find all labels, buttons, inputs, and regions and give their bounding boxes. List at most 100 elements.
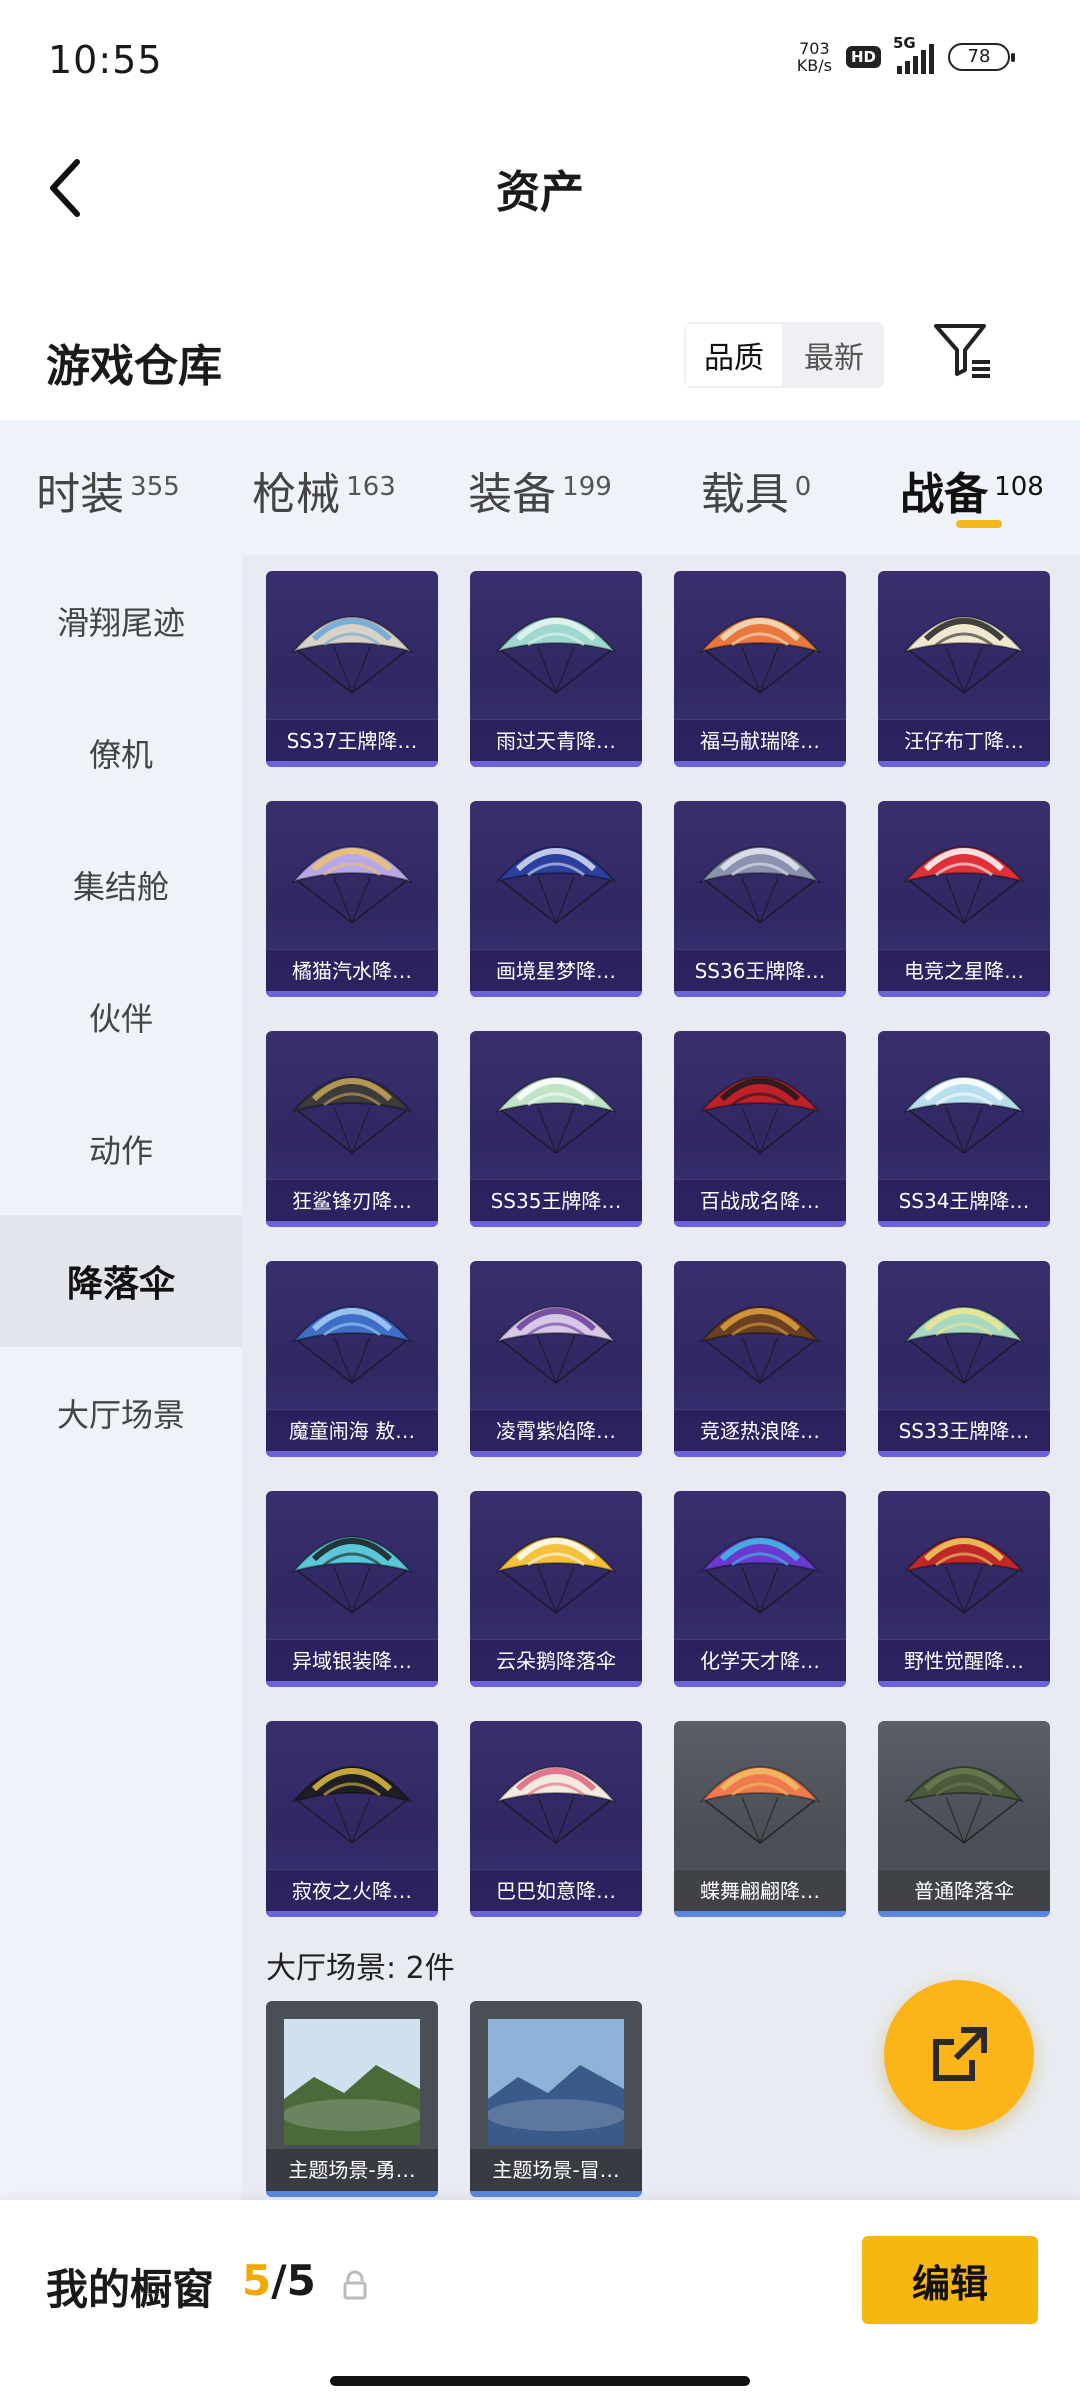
parachute-image <box>291 846 413 924</box>
parachute-card[interactable]: 魔童闹海 敖… <box>266 1261 438 1457</box>
home-indicator[interactable] <box>330 2376 750 2386</box>
warehouse-header: 游戏仓库 品质 最新 <box>0 300 1080 420</box>
tab-vehicles[interactable]: 载具 0 <box>648 420 864 555</box>
tab-guns[interactable]: 枪械 163 <box>216 420 432 555</box>
side-item-glide-trail[interactable]: 滑翔尾迹 <box>0 555 242 687</box>
network-speed: 703 KB/s <box>797 40 832 74</box>
tab-count: 163 <box>346 472 396 502</box>
network-type: 5G <box>893 34 916 52</box>
tab-count: 199 <box>562 472 612 502</box>
rarity-bar <box>470 1911 642 1917</box>
parachute-card[interactable]: 蝶舞翩翩降… <box>674 1721 846 1917</box>
showcase-bar: 我的橱窗 5/5 编辑 <box>0 2200 1080 2400</box>
rarity-bar <box>470 761 642 767</box>
filter-button[interactable] <box>930 318 996 384</box>
item-grid: 大厅场景: 2件 SS37王牌降… 雨过天青降… 福马献瑞降… 汪仔布丁降… 橘猫汽水降… <box>242 555 1080 2200</box>
tab-equipment[interactable]: 装备 199 <box>432 420 648 555</box>
hd-icon: HD <box>845 46 881 68</box>
parachute-image <box>903 1306 1025 1384</box>
parachute-card[interactable]: SS35王牌降… <box>470 1031 642 1227</box>
parachute-image <box>699 1076 821 1154</box>
side-item-assembly-pod[interactable]: 集结舱 <box>0 819 242 951</box>
parachute-card[interactable]: 电竞之星降… <box>878 801 1050 997</box>
parachute-card[interactable]: SS36王牌降… <box>674 801 846 997</box>
rarity-bar <box>470 1451 642 1457</box>
parachute-card[interactable]: 野性觉醒降… <box>878 1491 1050 1687</box>
tab-combat-gear[interactable]: 战备 108 <box>864 420 1080 555</box>
side-item-emote[interactable]: 动作 <box>0 1083 242 1215</box>
parachute-name: SS36王牌降… <box>674 949 846 991</box>
side-item-parachute[interactable]: 降落伞 <box>0 1215 242 1347</box>
parachute-image <box>699 1306 821 1384</box>
rarity-bar <box>674 1911 846 1917</box>
parachute-name: 竞逐热浪降… <box>674 1409 846 1451</box>
parachute-card[interactable]: SS34王牌降… <box>878 1031 1050 1227</box>
parachute-card[interactable]: 普通降落伞 <box>878 1721 1050 1917</box>
tab-label: 装备 <box>468 469 557 520</box>
warehouse-title: 游戏仓库 <box>46 341 222 392</box>
title-bar: 资产 <box>0 130 1080 250</box>
parachute-image <box>291 1766 413 1844</box>
parachute-image <box>495 1076 617 1154</box>
sort-option-newest[interactable]: 最新 <box>784 322 884 388</box>
parachute-name: 福马献瑞降… <box>674 719 846 761</box>
parachute-image <box>291 1306 413 1384</box>
tab-label: 载具 <box>700 469 789 520</box>
parachute-card[interactable]: 云朵鹅降落伞 <box>470 1491 642 1687</box>
edit-button[interactable]: 编辑 <box>862 2236 1038 2324</box>
lobby-scene-card[interactable]: 主题场景-勇… <box>266 2001 438 2197</box>
parachute-card[interactable]: 巴巴如意降… <box>470 1721 642 1917</box>
tab-count: 355 <box>130 472 180 502</box>
side-item-lobby-scene[interactable]: 大厅场景 <box>0 1347 242 1479</box>
scene-image <box>488 2019 624 2145</box>
parachute-name: 画境星梦降… <box>470 949 642 991</box>
rarity-bar <box>674 991 846 997</box>
parachute-card[interactable]: 狂鲨锋刃降… <box>266 1031 438 1227</box>
parachute-image <box>699 1766 821 1844</box>
rarity-bar <box>470 2191 642 2197</box>
rarity-bar <box>878 991 1050 997</box>
showcase-current: 5 <box>242 2256 272 2305</box>
parachute-card[interactable]: 百战成名降… <box>674 1031 846 1227</box>
battery-icon: 78 <box>948 43 1015 71</box>
sort-toggle: 品质 最新 <box>684 322 884 388</box>
parachute-name: 野性觉醒降… <box>878 1639 1050 1681</box>
rarity-bar <box>470 1681 642 1687</box>
parachute-card[interactable]: 画境星梦降… <box>470 801 642 997</box>
tab-label: 战备 <box>900 469 989 520</box>
parachute-card[interactable]: 化学天才降… <box>674 1491 846 1687</box>
parachute-card[interactable]: 雨过天青降… <box>470 571 642 767</box>
parachute-name: 寂夜之火降… <box>266 1869 438 1911</box>
rarity-bar <box>878 1451 1050 1457</box>
parachute-card[interactable]: SS33王牌降… <box>878 1261 1050 1457</box>
parachute-card[interactable]: 福马献瑞降… <box>674 571 846 767</box>
rarity-bar <box>266 761 438 767</box>
parachute-card[interactable]: 凌霄紫焰降… <box>470 1261 642 1457</box>
tab-fashion[interactable]: 时装 355 <box>0 420 216 555</box>
lock-icon <box>343 2270 367 2300</box>
parachute-card[interactable]: 竞逐热浪降… <box>674 1261 846 1457</box>
parachute-name: 狂鲨锋刃降… <box>266 1179 438 1221</box>
parachute-card[interactable]: 寂夜之火降… <box>266 1721 438 1917</box>
signal-icon: 5G <box>893 34 934 74</box>
sort-option-quality[interactable]: 品质 <box>684 322 784 388</box>
parachute-card[interactable]: 汪仔布丁降… <box>878 571 1050 767</box>
share-icon <box>933 2027 987 2081</box>
side-item-companion[interactable]: 伙伴 <box>0 951 242 1083</box>
parachute-name: SS33王牌降… <box>878 1409 1050 1451</box>
lobby-section-label: 大厅场景: 2件 <box>266 1951 455 1986</box>
parachute-name: 凌霄紫焰降… <box>470 1409 642 1451</box>
lobby-scene-card[interactable]: 主题场景-冒… <box>470 2001 642 2197</box>
parachute-card[interactable]: SS37王牌降… <box>266 571 438 767</box>
parachute-card[interactable]: 异域银装降… <box>266 1491 438 1687</box>
side-item-wingman[interactable]: 僚机 <box>0 687 242 819</box>
parachute-image <box>699 846 821 924</box>
rarity-bar <box>266 1221 438 1227</box>
parachute-image <box>495 1536 617 1614</box>
parachute-name: 魔童闹海 敖… <box>266 1409 438 1451</box>
parachute-name: 普通降落伞 <box>878 1869 1050 1911</box>
share-button[interactable] <box>884 1980 1034 2130</box>
side-nav: 滑翔尾迹 僚机 集结舱 伙伴 动作 降落伞 大厅场景 <box>0 555 242 2200</box>
parachute-card[interactable]: 橘猫汽水降… <box>266 801 438 997</box>
tab-count: 108 <box>994 472 1044 502</box>
